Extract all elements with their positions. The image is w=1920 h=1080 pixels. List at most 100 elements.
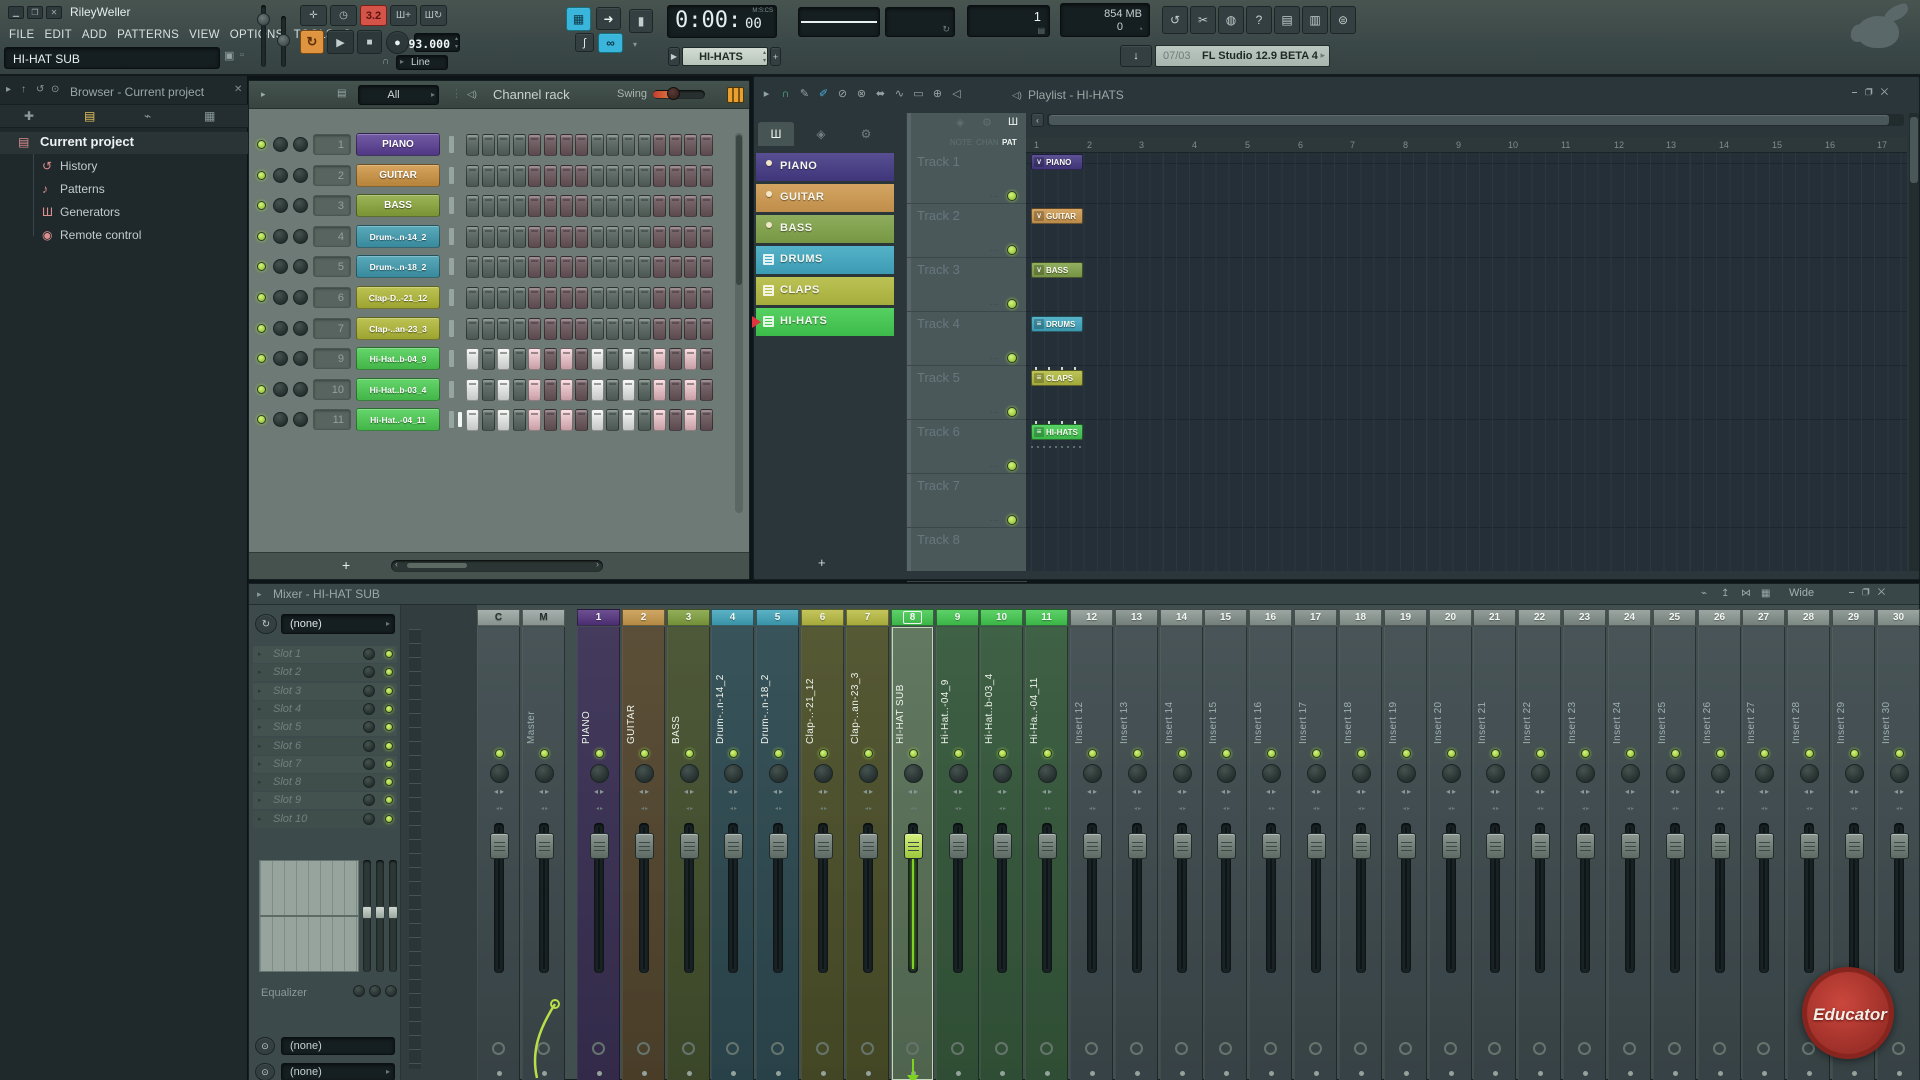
strip-fader-handle[interactable] (1755, 833, 1774, 859)
step-9[interactable] (591, 348, 604, 370)
paint-brush-icon[interactable]: ✐ (815, 85, 832, 103)
step-16[interactable] (700, 256, 713, 278)
strip-pan-knob[interactable] (1666, 764, 1685, 783)
step-2[interactable] (482, 348, 495, 370)
strip-fx-circle[interactable] (995, 1042, 1008, 1055)
step-1[interactable] (466, 409, 479, 431)
strip-mute-led[interactable] (1222, 749, 1231, 758)
strip-mute-led[interactable] (954, 749, 963, 758)
strip-pan-knob[interactable] (724, 764, 743, 783)
mixer-number-26[interactable]: 26 (1698, 609, 1741, 626)
step-4[interactable] (513, 287, 526, 309)
cut-icon[interactable]: ✂ (1190, 6, 1216, 34)
mixer-strip-26[interactable]: Insert 26 ◂▸ ◂▸ (1698, 627, 1741, 1080)
track-record-led[interactable] (1007, 353, 1017, 363)
menu-file[interactable]: FILE (4, 29, 40, 41)
mixer-number-27[interactable]: 27 (1742, 609, 1785, 626)
step-11[interactable] (622, 348, 635, 370)
mode-tab-note[interactable]: NOTE (950, 138, 972, 147)
pattern-play-icon[interactable]: ▶ (668, 47, 680, 66)
add-channel-button[interactable]: + (342, 557, 350, 573)
strip-swap-arrows[interactable]: ◂▸ (815, 805, 833, 812)
step-10[interactable] (606, 409, 619, 431)
strip-fader-handle[interactable] (949, 833, 968, 859)
mixer-strip-8[interactable]: HI-HAT SUB ◂▸ ◂▸ (891, 627, 934, 1080)
step-2[interactable] (482, 379, 495, 401)
channel-pan-knob[interactable] (273, 412, 288, 427)
step-3[interactable] (497, 226, 510, 248)
timeline-ruler[interactable]: 1 2 3 4 5 6 7 8 9 10 11 12 13 14 15 16 17 (1026, 137, 1907, 153)
step-7[interactable] (560, 226, 573, 248)
step-1[interactable] (466, 256, 479, 278)
strip-swap-arrows[interactable]: ◂▸ (1667, 805, 1685, 812)
mixer-strip-9[interactable]: Hi-Hat..-04_9 ◂▸ ◂▸ (936, 627, 979, 1080)
step-12[interactable] (638, 226, 651, 248)
step-13[interactable] (653, 318, 666, 340)
strip-separation-arrows[interactable]: ◂▸ (1485, 787, 1507, 796)
play-tool-icon[interactable]: ▸ (758, 85, 775, 103)
step-16[interactable] (700, 134, 713, 156)
step-12[interactable] (638, 318, 651, 340)
strip-fx-circle[interactable] (492, 1042, 505, 1055)
step-3[interactable] (497, 409, 510, 431)
step-15[interactable] (684, 348, 697, 370)
step-9[interactable] (591, 409, 604, 431)
step-3[interactable] (497, 165, 510, 187)
mixer-number-21[interactable]: 21 (1473, 609, 1516, 626)
mode-tab-chan[interactable]: CHAN (976, 138, 999, 147)
mixer-number-22[interactable]: 22 (1518, 609, 1561, 626)
strip-swap-arrows[interactable]: ◂▸ (1129, 805, 1147, 812)
tools-tab-icon[interactable]: ⚙ (848, 122, 884, 146)
step-10[interactable] (606, 379, 619, 401)
strip-separation-arrows[interactable]: ◂▸ (1665, 787, 1687, 796)
mixer-number-23[interactable]: 23 (1563, 609, 1606, 626)
track-record-led[interactable] (1007, 461, 1017, 471)
strip-pan-knob[interactable] (1711, 764, 1730, 783)
strip-separation-arrows[interactable]: ◂▸ (1889, 787, 1911, 796)
step-13[interactable] (653, 287, 666, 309)
strip-mute-led[interactable] (1043, 749, 1052, 758)
step-3[interactable] (497, 256, 510, 278)
channel-pan-knob[interactable] (273, 321, 288, 336)
channel-mute-indicator[interactable] (449, 381, 454, 398)
strip-pan-knob[interactable] (1890, 764, 1909, 783)
strip-swap-arrows[interactable]: ◂▸ (1218, 805, 1236, 812)
step-14[interactable] (669, 226, 682, 248)
menu-edit[interactable]: EDIT (40, 29, 77, 41)
strip-fader-handle[interactable] (1038, 833, 1057, 859)
channel-button-hi-hat..b-03_4[interactable]: Hi-Hat..b-03_4 (356, 378, 440, 401)
track-header-5[interactable]: Track 5 (917, 370, 960, 385)
step-3[interactable] (497, 318, 510, 340)
strip-pan-knob[interactable] (1397, 764, 1416, 783)
step-2[interactable] (482, 318, 495, 340)
step-1[interactable] (466, 379, 479, 401)
mixer-strip-27[interactable]: Insert 27 ◂▸ ◂▸ (1742, 627, 1785, 1080)
step-9[interactable] (591, 165, 604, 187)
strip-swap-arrows[interactable]: ◂▸ (1756, 805, 1774, 812)
mixer-number-20[interactable]: 20 (1429, 609, 1472, 626)
mixer-strip-22[interactable]: Insert 22 ◂▸ ◂▸ (1518, 627, 1561, 1080)
step-10[interactable] (606, 134, 619, 156)
step-15[interactable] (684, 256, 697, 278)
minimize-window-icon[interactable]: ▁ (8, 6, 24, 19)
channel-mute-indicator[interactable] (449, 289, 454, 306)
step-2[interactable] (482, 287, 495, 309)
step-12[interactable] (638, 256, 651, 278)
strip-separation-arrows[interactable]: ◂▸ (1306, 787, 1328, 796)
strip-mute-led[interactable] (1536, 749, 1545, 758)
strip-swap-arrows[interactable]: ◂▸ (950, 805, 968, 812)
mixer-strip-3[interactable]: BASS ◂▸ ◂▸ (667, 627, 710, 1080)
strip-pan-knob[interactable] (1755, 764, 1774, 783)
strip-separation-arrows[interactable]: ◂▸ (1037, 787, 1059, 796)
playlist-window-buttons[interactable]: ⎯❐✕ (1852, 87, 1896, 98)
strip-fx-circle[interactable] (816, 1042, 829, 1055)
strip-fader-handle[interactable] (1442, 833, 1461, 859)
step-grid-view-icon[interactable]: ▦ (566, 7, 591, 31)
strip-mute-led[interactable] (595, 749, 604, 758)
strip-swap-arrows[interactable]: ◂▸ (1846, 805, 1864, 812)
track-header-4[interactable]: Track 4 (917, 316, 960, 331)
mixer-strip-16[interactable]: Insert 16 ◂▸ ◂▸ (1249, 627, 1292, 1080)
strip-mute-led[interactable] (819, 749, 828, 758)
rack-horizontal-scrollbar[interactable]: ‹ › (391, 559, 603, 572)
track-record-led[interactable] (1007, 245, 1017, 255)
